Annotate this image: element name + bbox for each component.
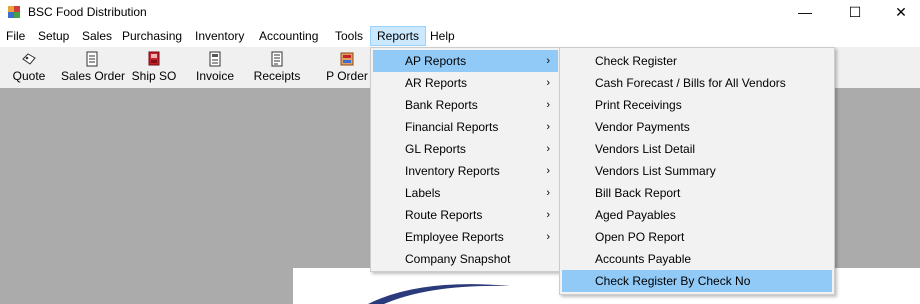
- menu-item-ap-reports[interactable]: AP Reports ›: [373, 50, 558, 72]
- menu-item-ar-reports[interactable]: AR Reports ›: [373, 72, 558, 94]
- window-title: BSC Food Distribution: [28, 5, 147, 19]
- chevron-right-icon: ›: [546, 209, 550, 221]
- menu-reports[interactable]: Reports: [370, 26, 427, 46]
- menu-item-label: Company Snapshot: [405, 252, 511, 266]
- maximize-icon: ☐: [848, 4, 862, 20]
- ship-so-button[interactable]: Ship SO: [131, 51, 177, 85]
- minimize-button[interactable]: —: [782, 0, 828, 25]
- receipts-icon: [271, 51, 283, 67]
- menu-item-label: Aged Payables: [595, 208, 676, 222]
- menu-help[interactable]: Help: [424, 27, 461, 45]
- sales-order-label: Sales Order: [61, 69, 126, 83]
- p-order-icon: [340, 52, 354, 66]
- menu-item-label: Financial Reports: [405, 120, 499, 134]
- menu-purchasing[interactable]: Purchasing: [116, 27, 188, 45]
- menu-item-open-po-report[interactable]: Open PO Report: [562, 226, 832, 248]
- sales-order-icon: [86, 51, 98, 67]
- menu-bar: File Setup Sales Purchasing Inventory Ac…: [0, 25, 920, 47]
- reports-menu: AP Reports › AR Reports › Bank Reports ›…: [370, 47, 561, 272]
- menu-item-label: Route Reports: [405, 208, 483, 222]
- maximize-button[interactable]: ☐: [832, 0, 878, 25]
- menu-item-label: Inventory Reports: [405, 164, 500, 178]
- quote-icon: [22, 53, 36, 65]
- menu-item-check-register[interactable]: Check Register: [562, 50, 832, 72]
- menu-item-vendors-list-summary[interactable]: Vendors List Summary: [562, 160, 832, 182]
- chevron-right-icon: ›: [546, 121, 550, 133]
- menu-item-label: Open PO Report: [595, 230, 685, 244]
- menu-item-financial-reports[interactable]: Financial Reports ›: [373, 116, 558, 138]
- menu-item-label: Bill Back Report: [595, 186, 681, 200]
- menu-file[interactable]: File: [0, 27, 31, 45]
- menu-item-accounts-payable[interactable]: Accounts Payable: [562, 248, 832, 270]
- menu-item-label: Employee Reports: [405, 230, 504, 244]
- p-order-label: P Order: [326, 69, 368, 83]
- menu-item-bank-reports[interactable]: Bank Reports ›: [373, 94, 558, 116]
- quote-label: Quote: [12, 69, 46, 83]
- menu-tools[interactable]: Tools: [329, 27, 369, 45]
- menu-accounting[interactable]: Accounting: [253, 27, 324, 45]
- menu-item-label: Vendors List Summary: [595, 164, 716, 178]
- close-button[interactable]: ✕: [878, 0, 920, 25]
- menu-item-label: Accounts Payable: [595, 252, 692, 266]
- receipts-label: Receipts: [253, 69, 301, 83]
- menu-item-label: Labels: [405, 186, 441, 200]
- app-icon: [8, 6, 20, 18]
- menu-item-employee-reports[interactable]: Employee Reports ›: [373, 226, 558, 248]
- menu-sales[interactable]: Sales: [76, 27, 118, 45]
- menu-item-print-receivings[interactable]: Print Receivings: [562, 94, 832, 116]
- menu-item-inventory-reports[interactable]: Inventory Reports ›: [373, 160, 558, 182]
- close-icon: ✕: [895, 4, 907, 20]
- menu-item-aged-payables[interactable]: Aged Payables: [562, 204, 832, 226]
- menu-item-label: Check Register: [595, 54, 678, 68]
- menu-item-gl-reports[interactable]: GL Reports ›: [373, 138, 558, 160]
- chevron-right-icon: ›: [546, 187, 550, 199]
- menu-item-vendors-list-detail[interactable]: Vendors List Detail: [562, 138, 832, 160]
- menu-item-bill-back-report[interactable]: Bill Back Report: [562, 182, 832, 204]
- invoice-label: Invoice: [195, 69, 235, 83]
- menu-item-label: Bank Reports: [405, 98, 478, 112]
- logo-swoosh: [368, 284, 510, 304]
- sales-order-button[interactable]: Sales Order: [61, 51, 126, 85]
- menu-item-label: Print Receivings: [595, 98, 682, 112]
- chevron-right-icon: ›: [546, 231, 550, 243]
- minimize-icon: —: [798, 4, 812, 20]
- menu-item-cash-forecast[interactable]: Cash Forecast / Bills for All Vendors: [562, 72, 832, 94]
- menu-item-label: Cash Forecast / Bills for All Vendors: [595, 76, 786, 90]
- menu-setup[interactable]: Setup: [32, 27, 75, 45]
- menu-item-label: AP Reports: [405, 54, 467, 68]
- chevron-right-icon: ›: [546, 143, 550, 155]
- menu-item-label: Check Register By Check No: [595, 274, 751, 288]
- menu-item-label: Vendors List Detail: [595, 142, 696, 156]
- menu-item-company-snapshot[interactable]: Company Snapshot: [373, 248, 558, 270]
- chevron-right-icon: ›: [546, 77, 550, 89]
- invoice-button[interactable]: Invoice: [193, 51, 237, 85]
- menu-inventory[interactable]: Inventory: [189, 27, 250, 45]
- menu-item-vendor-payments[interactable]: Vendor Payments: [562, 116, 832, 138]
- menu-item-label: GL Reports: [405, 142, 466, 156]
- title-bar: BSC Food Distribution — ☐ ✕: [0, 0, 920, 25]
- invoice-icon: [209, 51, 221, 67]
- menu-item-label: AR Reports: [405, 76, 468, 90]
- p-order-button[interactable]: P Order: [326, 51, 368, 85]
- chevron-right-icon: ›: [546, 55, 550, 67]
- menu-item-route-reports[interactable]: Route Reports ›: [373, 204, 558, 226]
- menu-item-label: Vendor Payments: [595, 120, 690, 134]
- chevron-right-icon: ›: [546, 99, 550, 111]
- receipts-button[interactable]: Receipts: [253, 51, 301, 85]
- menu-item-labels[interactable]: Labels ›: [373, 182, 558, 204]
- menu-item-check-register-by-check-no[interactable]: Check Register By Check No: [562, 270, 832, 292]
- ship-so-label: Ship SO: [131, 69, 177, 83]
- chevron-right-icon: ›: [546, 165, 550, 177]
- ship-so-icon: [148, 51, 160, 66]
- quote-button[interactable]: Quote: [10, 51, 48, 85]
- ap-reports-submenu: Check Register Cash Forecast / Bills for…: [559, 47, 835, 295]
